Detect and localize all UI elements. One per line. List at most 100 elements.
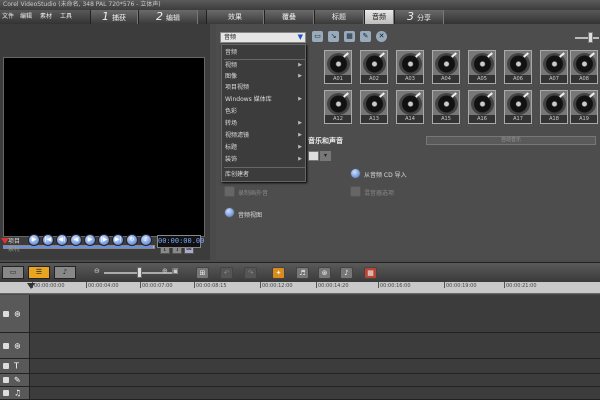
- menu-edit[interactable]: 编辑: [20, 11, 32, 23]
- vinyl-disc-icon: [507, 93, 530, 115]
- menu-item-library-creator[interactable]: 库创建者: [222, 169, 305, 180]
- tab-share[interactable]: 3 分享: [394, 10, 444, 24]
- insert-media-icon[interactable]: ⊞: [196, 267, 209, 279]
- audio-thumbnail[interactable]: A01: [324, 50, 352, 84]
- menu-file[interactable]: 文件: [2, 11, 14, 23]
- track-header: ⊛: [0, 295, 30, 332]
- audio-view-icon[interactable]: [224, 207, 235, 218]
- audio-thumbnail[interactable]: A02: [360, 50, 388, 84]
- tab-title[interactable]: 标题: [314, 10, 364, 24]
- microphone-icon: ✎: [14, 375, 21, 385]
- auto-music-bar[interactable]: 自动音乐: [426, 136, 596, 145]
- timeline-zoom-handle[interactable]: [137, 267, 142, 278]
- audio-thumbnail[interactable]: A16: [468, 90, 496, 124]
- tab-capture[interactable]: 1 捕获: [90, 10, 138, 24]
- menu-item-title[interactable]: 标题 ▶: [222, 142, 305, 153]
- track-lock-icon[interactable]: [3, 342, 9, 349]
- film-reel-tool-icon[interactable]: ⊛: [318, 267, 331, 279]
- audio-thumbnail[interactable]: A12: [324, 90, 352, 124]
- audio-thumbnail[interactable]: A14: [396, 90, 424, 124]
- video-track[interactable]: ⊛: [0, 295, 600, 333]
- ruler-tick: 00:00:14:20: [316, 282, 349, 289]
- track-lock-icon[interactable]: [3, 363, 9, 369]
- menu-item-project-video[interactable]: 项目视频: [222, 82, 305, 93]
- audio-thumbnail[interactable]: A18: [540, 90, 568, 124]
- menu-item-windows-media[interactable]: Windows 媒体库 ▶: [222, 94, 305, 105]
- library-category-select[interactable]: 音频 ▼: [220, 32, 306, 43]
- track-lock-icon[interactable]: [3, 377, 9, 383]
- rewind-icon[interactable]: ◀: [70, 234, 82, 246]
- vinyl-disc-icon: [573, 93, 596, 115]
- thumbnail-zoom-handle[interactable]: [588, 32, 593, 43]
- audio-thumbnail[interactable]: A15: [432, 90, 460, 124]
- track-select-arrow[interactable]: ▾: [320, 151, 331, 161]
- timecode-display[interactable]: 00:00:00.00: [157, 235, 204, 248]
- overlay-track[interactable]: ⊛: [0, 333, 600, 359]
- audio-thumbnail[interactable]: A08: [570, 50, 598, 84]
- menu-item-video[interactable]: 视频 ▶: [222, 60, 305, 71]
- submenu-arrow-icon: ▶: [298, 132, 302, 138]
- audio-mixer-icon[interactable]: ♪: [340, 267, 353, 279]
- import-from-cd-option[interactable]: 从音频 CD 导入: [364, 170, 407, 179]
- tab-edit[interactable]: 2 编辑: [138, 10, 198, 24]
- audio-view-icon[interactable]: ♪: [54, 266, 76, 279]
- folder-icon[interactable]: ▭: [312, 31, 323, 42]
- preview-panel: [ ] ⊠ 项目 素材 ▶ |◀ ◀| ◀ ▶ |▶ ▶| ↻ ♪ 00:00:…: [0, 24, 210, 260]
- end-icon[interactable]: ▶|: [112, 234, 124, 246]
- delete-icon[interactable]: ✕: [376, 31, 387, 42]
- menu-item-video-filter[interactable]: 视频滤镜 ▶: [222, 130, 305, 141]
- menu-bar: 文件 编辑 素材 工具 1 捕获 2 编辑 效果 覆叠 标题 音频 3 分享: [0, 10, 600, 24]
- audio-thumbnail[interactable]: A06: [504, 50, 532, 84]
- repeat-icon[interactable]: ↻: [126, 234, 138, 246]
- audio-thumbnail[interactable]: A05: [468, 50, 496, 84]
- storyboard-view-icon[interactable]: ▭: [2, 266, 24, 279]
- home-icon[interactable]: |◀: [42, 234, 54, 246]
- track-lock-icon[interactable]: [3, 390, 9, 396]
- menu-item-audio[interactable]: 音频: [222, 47, 305, 58]
- voice-track[interactable]: ✎: [0, 374, 600, 387]
- library-manager-icon[interactable]: ▦: [344, 31, 355, 42]
- cd-import-icon[interactable]: [350, 168, 361, 179]
- mode-clip[interactable]: 素材: [8, 244, 20, 253]
- audio-thumbnail[interactable]: A04: [432, 50, 460, 84]
- forward-icon[interactable]: |▶: [98, 234, 110, 246]
- submenu-arrow-icon: ▶: [298, 62, 302, 68]
- audio-thumbnail[interactable]: A19: [570, 90, 598, 124]
- menu-item-color[interactable]: 色彩: [222, 106, 305, 117]
- tab-overlay[interactable]: 覆叠: [264, 10, 314, 24]
- fit-project-icon[interactable]: ▣: [172, 267, 179, 275]
- menu-item-transition[interactable]: 转场 ▶: [222, 118, 305, 129]
- thumbnail-zoom-track[interactable]: [575, 37, 599, 39]
- title-track[interactable]: T: [0, 359, 600, 374]
- track-lock-icon[interactable]: [3, 310, 9, 317]
- menu-clip[interactable]: 素材: [40, 11, 52, 23]
- audio-view-option[interactable]: 音频视图: [238, 210, 262, 219]
- timeline-view-icon[interactable]: ☰: [28, 266, 50, 279]
- music-track[interactable]: ♫: [0, 387, 600, 400]
- menu-tools[interactable]: 工具: [60, 11, 72, 23]
- audio-thumbnail[interactable]: A17: [504, 90, 532, 124]
- timeline-ruler[interactable]: 00:00:00:00 00:00:04:00 00:00:07:00 00:0…: [0, 282, 600, 294]
- zoom-in-icon[interactable]: ⊕: [162, 267, 168, 275]
- tab-effects[interactable]: 效果: [206, 10, 264, 24]
- zoom-out-icon[interactable]: ⊖: [94, 267, 100, 275]
- audio-thumbnail[interactable]: A03: [396, 50, 424, 84]
- ruler-tick: 00:00:00:00: [32, 282, 65, 289]
- volume-icon[interactable]: ♪: [140, 234, 152, 246]
- audio-thumbnail[interactable]: A13: [360, 90, 388, 124]
- next-frame-icon[interactable]: ▶: [84, 234, 96, 246]
- prev-frame-icon[interactable]: ◀|: [56, 234, 68, 246]
- menu-item-decoration[interactable]: 装饰 ▶: [222, 154, 305, 165]
- track-select[interactable]: [308, 151, 319, 161]
- import-icon[interactable]: ↘: [328, 31, 339, 42]
- mix-audio-icon[interactable]: ♬: [296, 267, 309, 279]
- audio-thumbnail[interactable]: A07: [540, 50, 568, 84]
- play-icon[interactable]: ▶: [28, 234, 40, 246]
- tab-audio[interactable]: 音频: [364, 10, 394, 24]
- playhead-marker[interactable]: [27, 283, 35, 289]
- record-capture-icon[interactable]: ✦: [272, 267, 285, 279]
- track-manager-icon[interactable]: ▦: [364, 267, 377, 279]
- audio-export-icon[interactable]: ✎: [360, 31, 371, 42]
- menu-item-image[interactable]: 图像 ▶: [222, 71, 305, 82]
- ruler-tick: 00:00:19:00: [444, 282, 477, 289]
